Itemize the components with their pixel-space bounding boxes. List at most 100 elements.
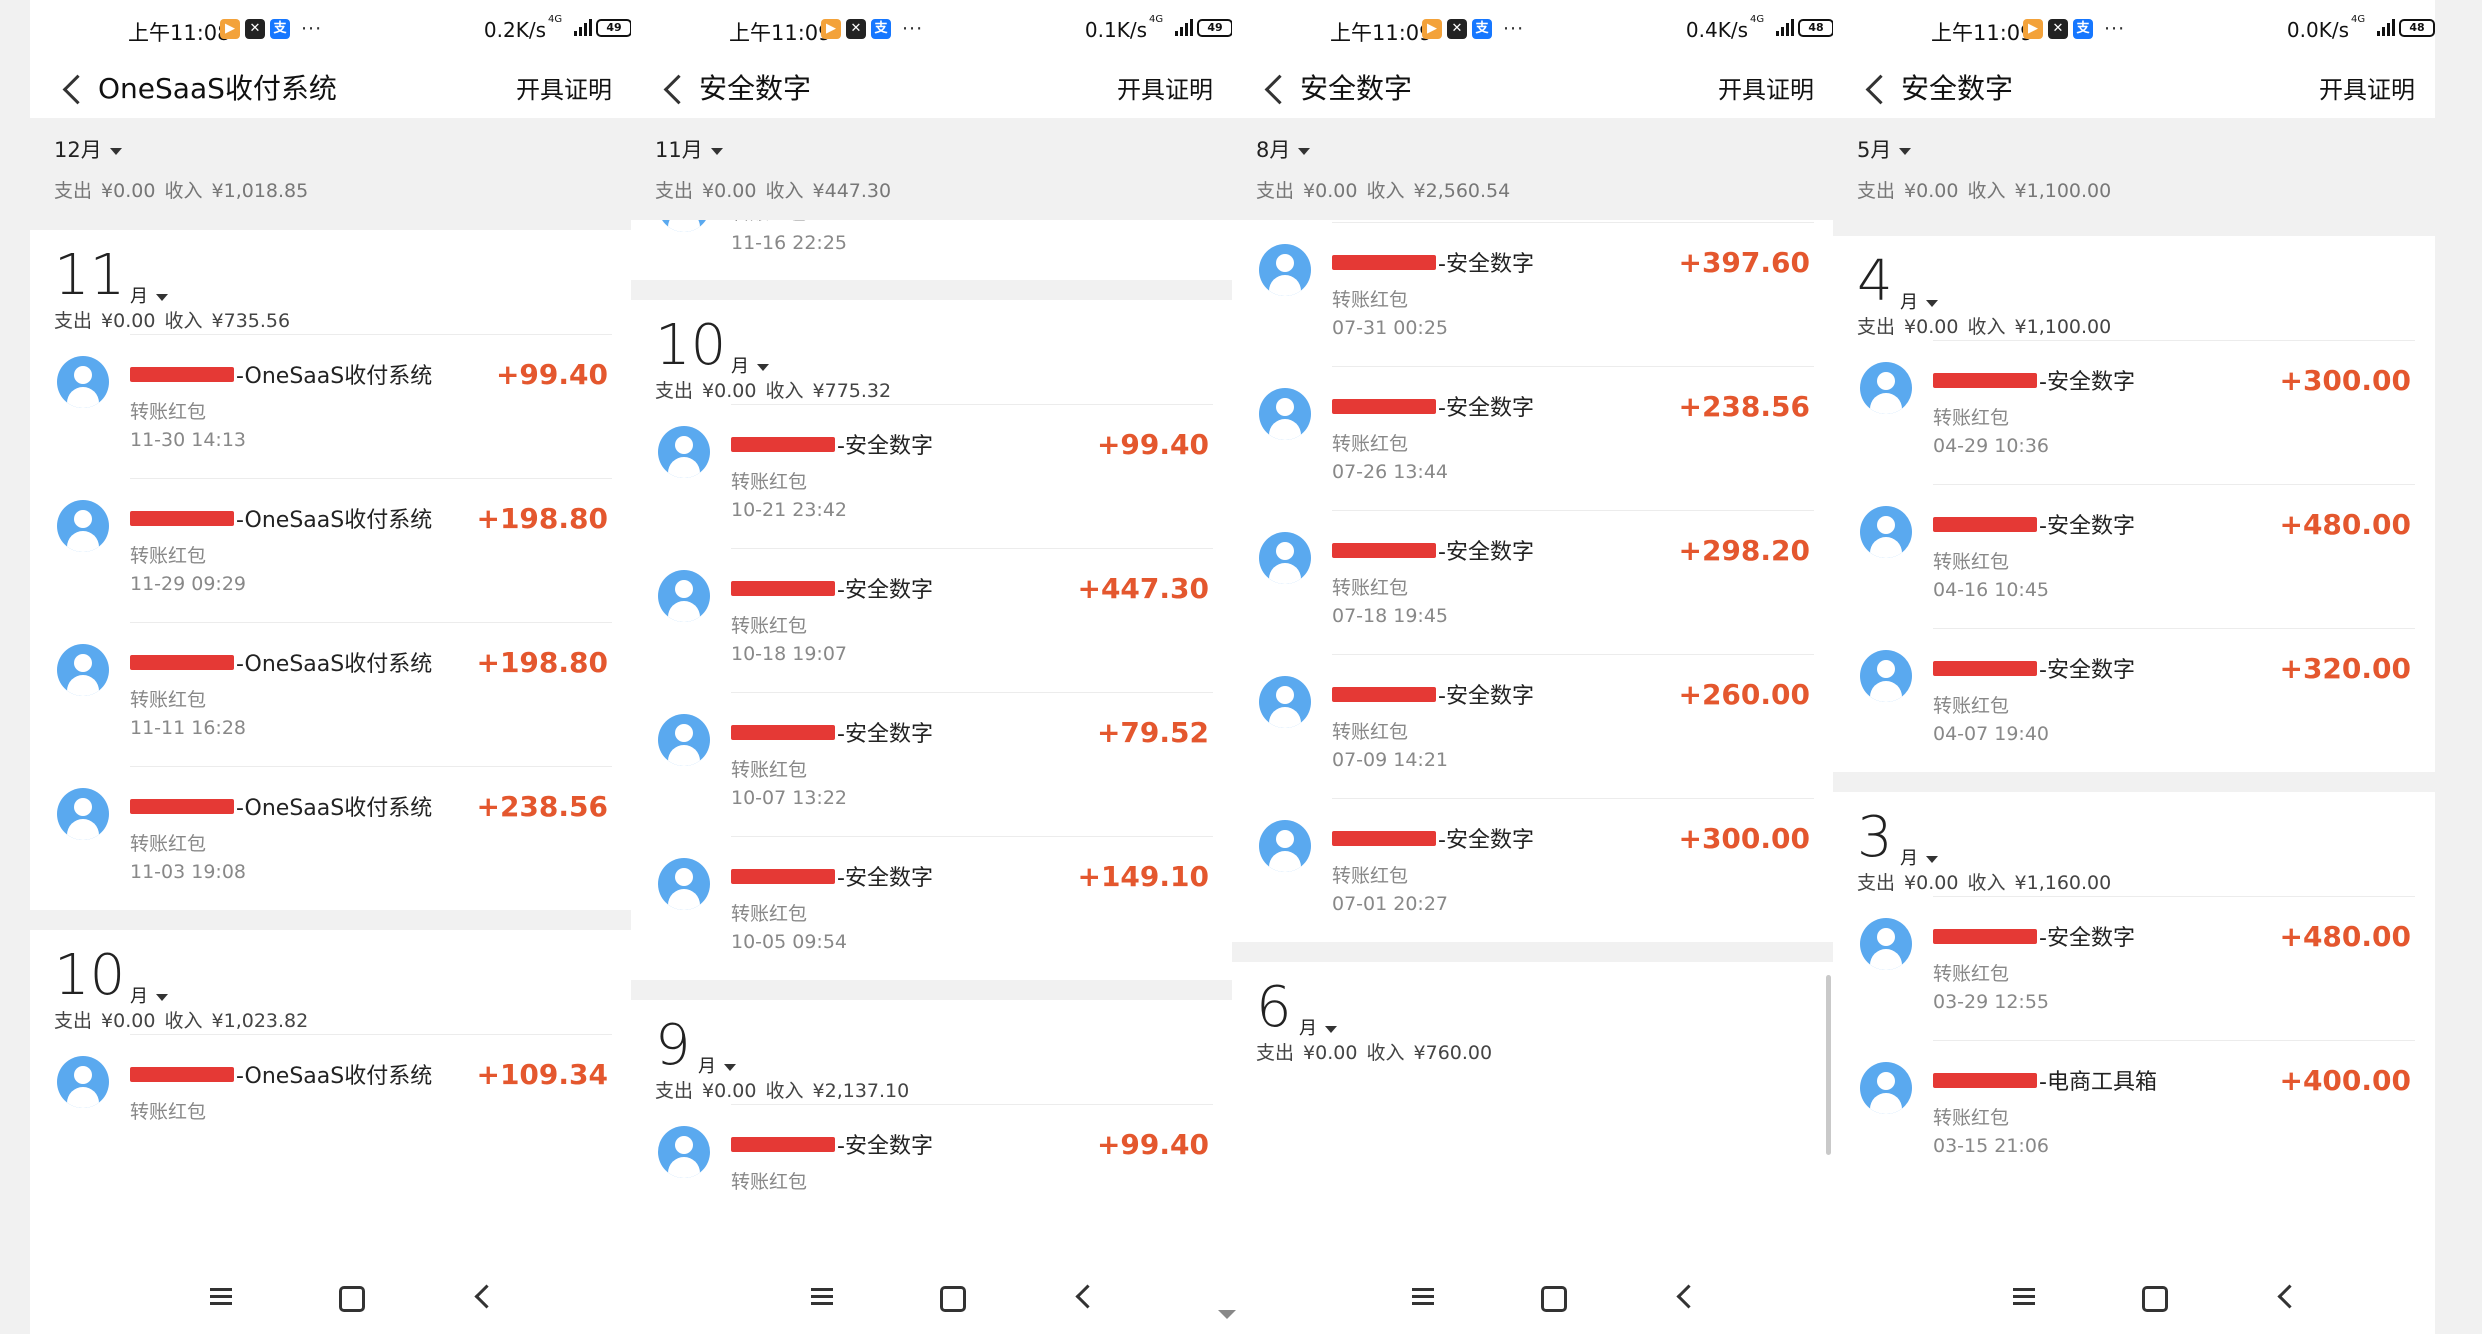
transaction-time: 07-31 00:25 <box>1332 317 1449 339</box>
home-icon[interactable] <box>2136 1280 2168 1312</box>
transaction-title: -电商工具箱 <box>2039 1070 2157 1095</box>
back-arrow-icon[interactable] <box>1260 72 1290 106</box>
month-unit: 月 <box>1900 292 1918 313</box>
transaction-row[interactable]: -安全数字 +320.00 转账红包 04-07 19:40 <box>1833 628 2435 772</box>
redacted-name <box>1933 373 2037 388</box>
status-app-icons: ▶ ✕ 支 ··· <box>2023 18 2125 40</box>
partial-row: 转账红包11-16 22:25 <box>631 180 1233 280</box>
page-title: OneSaaS收付系统 <box>98 72 337 105</box>
avatar-icon <box>1259 820 1311 872</box>
status-time: 上午11:09 <box>1330 21 1433 45</box>
transaction-row[interactable]: -电商工具箱 +400.00 转账红包 03-15 21:06 <box>1833 1040 2435 1184</box>
transaction-time: 11-03 19:08 <box>130 861 247 883</box>
alipay-app-icon: 支 <box>871 19 891 39</box>
transaction-row[interactable]: -安全数字 +298.20 转账红包 07-18 19:45 <box>1232 510 1834 654</box>
transaction-row[interactable]: -OneSaaS收付系统 +109.34 转账红包 <box>30 1034 632 1178</box>
month-dropdown[interactable]: 月 <box>731 352 769 378</box>
system-back-icon[interactable] <box>468 1280 500 1312</box>
recent-apps-icon[interactable] <box>806 1280 838 1312</box>
redacted-name <box>731 581 835 596</box>
transaction-row[interactable]: -安全数字 +238.56 转账红包 07-26 13:44 <box>1232 366 1834 510</box>
transaction-row[interactable]: -安全数字 +79.52 转账红包 10-07 13:22 <box>631 692 1233 836</box>
home-icon[interactable] <box>1535 1280 1567 1312</box>
redacted-name <box>1933 929 2037 944</box>
month-dropdown[interactable]: 月 <box>130 982 168 1008</box>
redacted-name <box>731 869 835 884</box>
transaction-type: 转账红包 <box>1332 577 1409 599</box>
month-dropdown[interactable]: 月 <box>1900 288 1938 314</box>
scrollbar[interactable] <box>1826 975 1831 1155</box>
collapse-handle-icon[interactable] <box>1218 1310 1236 1319</box>
transaction-amount: +320.00 <box>2279 652 2411 685</box>
transaction-amount: +99.40 <box>1096 1128 1209 1161</box>
transaction-row[interactable]: -安全数字 +300.00 转账红包 07-01 20:27 <box>1232 798 1834 942</box>
transaction-amount: +109.34 <box>476 1058 608 1091</box>
sticky-month-dropdown[interactable]: 8月 <box>1256 134 1311 164</box>
transaction-type: 转账红包 <box>1332 433 1409 455</box>
sticky-month-label: 8月 <box>1256 138 1291 162</box>
transaction-row[interactable]: -OneSaaS收付系统 +198.80 转账红包 11-11 16:28 <box>30 622 632 766</box>
system-back-icon[interactable] <box>1670 1280 1702 1312</box>
back-arrow-icon[interactable] <box>659 72 689 106</box>
transaction-row[interactable]: -OneSaaS收付系统 +99.40 转账红包 11-30 14:13 <box>30 334 632 478</box>
avatar-icon <box>57 788 109 840</box>
system-back-icon[interactable] <box>2271 1280 2303 1312</box>
issue-certificate-link[interactable]: 开具证明 <box>2319 70 2415 105</box>
month-dropdown[interactable]: 月 <box>1299 1014 1337 1040</box>
transaction-title: -OneSaaS收付系统 <box>236 364 433 389</box>
transaction-row[interactable]: -安全数字 +300.00 转账红包 04-29 10:36 <box>1833 340 2435 484</box>
transaction-time: 07-18 19:45 <box>1332 605 1449 627</box>
issue-certificate-link[interactable]: 开具证明 <box>516 70 612 105</box>
recent-apps-icon[interactable] <box>205 1280 237 1312</box>
issue-certificate-link[interactable]: 开具证明 <box>1117 70 1213 105</box>
transaction-time: 03-29 12:55 <box>1933 991 2050 1013</box>
month-dropdown[interactable]: 月 <box>130 282 168 308</box>
home-icon[interactable] <box>333 1280 365 1312</box>
back-arrow-icon[interactable] <box>1861 72 1891 106</box>
transaction-row[interactable]: -OneSaaS收付系统 +198.80 转账红包 11-29 09:29 <box>30 478 632 622</box>
transaction-amount: +400.00 <box>2279 1064 2411 1097</box>
transaction-row[interactable]: -安全数字 +260.00 转账红包 07-09 14:21 <box>1232 654 1834 798</box>
transaction-row[interactable]: -安全数字 +149.10 转账红包 10-05 09:54 <box>631 836 1233 980</box>
transaction-row[interactable]: -安全数字 +480.00 转账红包 03-29 12:55 <box>1833 896 2435 1040</box>
back-arrow-icon[interactable] <box>58 72 88 106</box>
transaction-list-content: 4 月支出 ¥0.00 收入 ¥1,100.00 -安全数字 +300.00 转账红包 0… <box>1833 216 2435 1184</box>
transaction-title: -OneSaaS收付系统 <box>236 652 433 677</box>
month-dropdown[interactable]: 月 <box>698 1052 736 1078</box>
transaction-type: 转账红包 <box>731 903 808 925</box>
transaction-title: -安全数字 <box>2039 370 2135 395</box>
transaction-type: 转账红包 <box>731 471 808 493</box>
caret-down-icon <box>1899 147 1912 155</box>
transaction-time: 04-16 10:45 <box>1933 579 2050 601</box>
month-summary: 支出 ¥0.00 收入 ¥1,100.00 <box>1857 316 2112 338</box>
transaction-row[interactable]: -安全数字 +99.40 转账红包 10-21 23:42 <box>631 404 1233 548</box>
caret-down-icon <box>710 147 723 155</box>
sticky-month-dropdown[interactable]: 11月 <box>655 134 723 164</box>
avatar-icon <box>57 500 109 552</box>
top-nav-bar: 安全数字 开具证明 <box>631 62 1233 118</box>
status-time: 上午11:08 <box>128 21 231 45</box>
phone-panel: 上午11:09 ▶ ✕ 支 ··· 0.0K/s 4G 48 安全数字 开具证明 4 月支出 ¥0.0… <box>1833 0 2435 1334</box>
recent-apps-icon[interactable] <box>2008 1280 2040 1312</box>
transaction-row[interactable]: -安全数字 +480.00 转账红包 04-16 10:45 <box>1833 484 2435 628</box>
issue-certificate-link[interactable]: 开具证明 <box>1718 70 1814 105</box>
more-notifications-icon: ··· <box>301 18 323 40</box>
month-dropdown[interactable]: 月 <box>1900 844 1938 870</box>
transaction-type: 转账红包 <box>1933 695 2010 717</box>
recent-apps-icon[interactable] <box>1407 1280 1439 1312</box>
transaction-row[interactable]: -OneSaaS收付系统 +238.56 转账红包 11-03 19:08 <box>30 766 632 910</box>
system-back-icon[interactable] <box>1069 1280 1101 1312</box>
home-icon[interactable] <box>934 1280 966 1312</box>
sticky-month-dropdown[interactable]: 5月 <box>1857 134 1912 164</box>
transaction-row[interactable]: -安全数字 +99.40 转账红包 <box>631 1104 1233 1248</box>
transaction-row[interactable]: -安全数字 +447.30 转账红包 10-18 19:07 <box>631 548 1233 692</box>
sticky-month-dropdown[interactable]: 12月 <box>54 134 122 164</box>
transaction-row[interactable]: -安全数字 +397.60 转账红包 07-31 00:25 <box>1232 222 1834 366</box>
status-bar: 上午11:09 ▶ ✕ 支 ··· 0.4K/s 4G 48 <box>1232 0 1834 62</box>
month-unit: 月 <box>1299 1018 1317 1039</box>
status-app-icons: ▶ ✕ 支 ··· <box>821 18 923 40</box>
avatar-icon <box>658 570 710 622</box>
status-bar: 上午11:09 ▶ ✕ 支 ··· 0.0K/s 4G 48 <box>1833 0 2435 62</box>
month-summary: 支出 ¥0.00 收入 ¥735.56 <box>54 310 291 332</box>
partial-row-time: 11-16 22:25 <box>731 232 848 254</box>
